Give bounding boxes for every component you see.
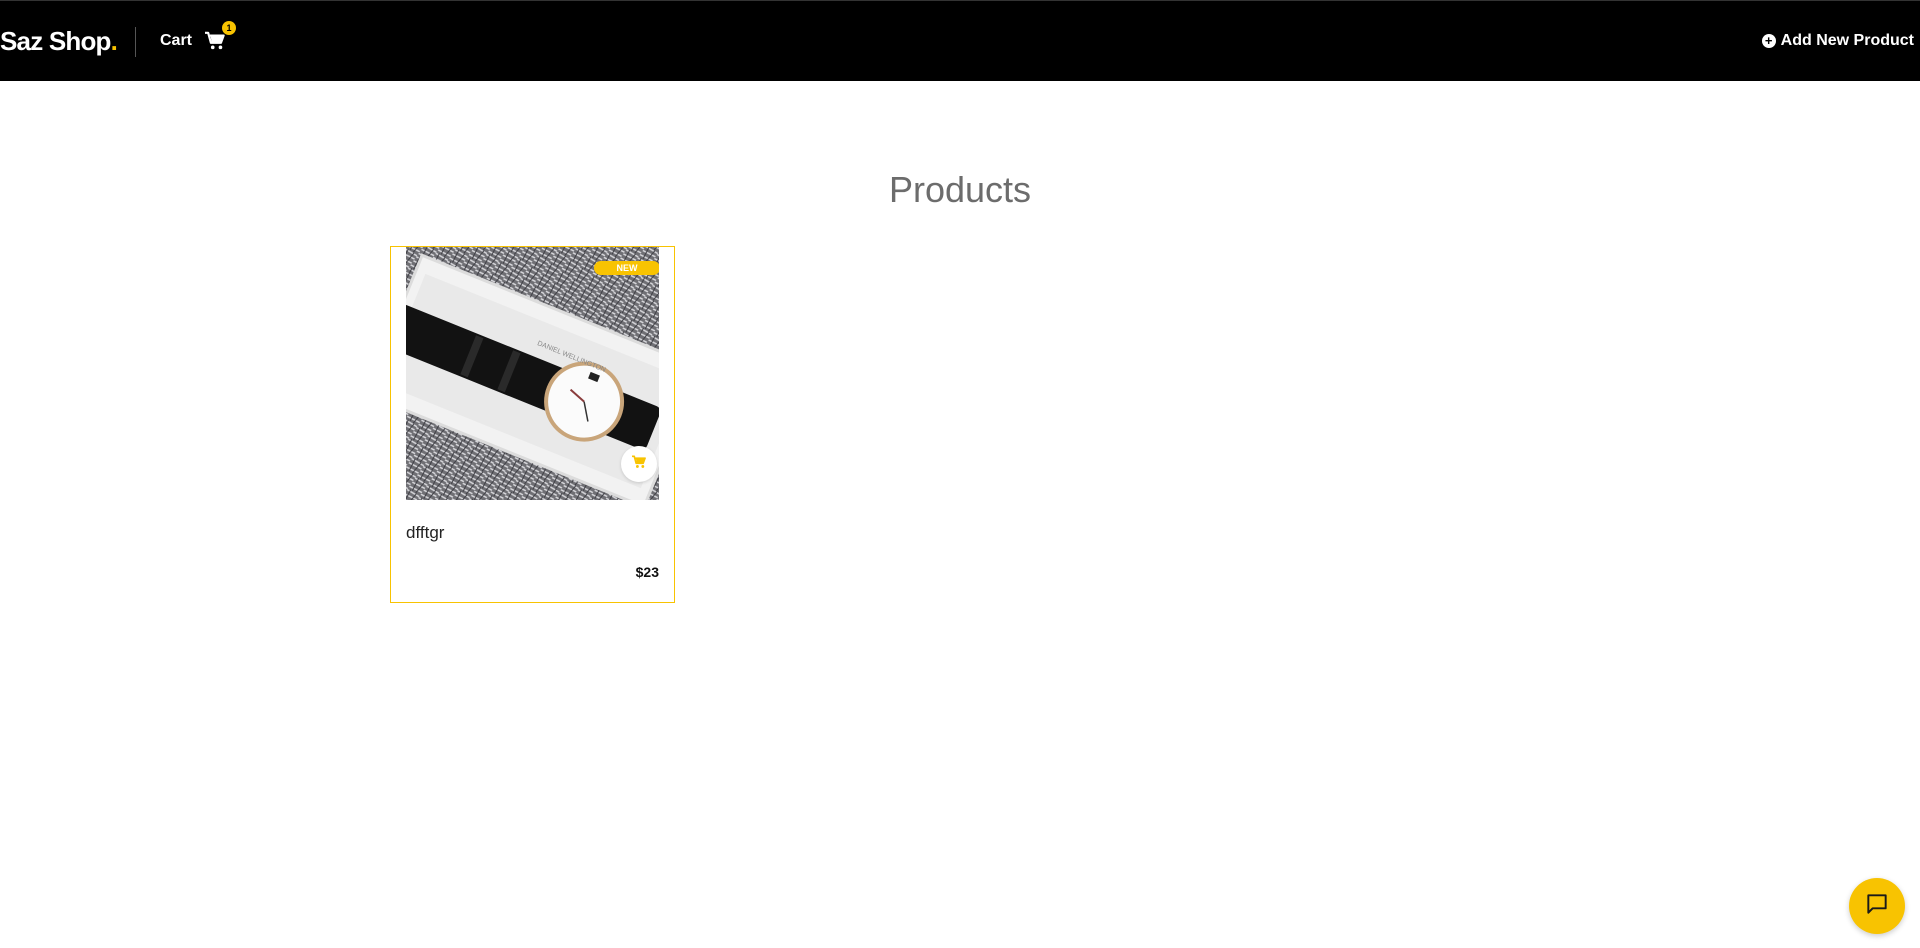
chat-icon [1864,891,1890,922]
add-to-cart-button[interactable] [621,446,657,482]
new-badge: NEW [594,261,659,275]
top-navbar: Saz Shop. Cart 1 + Add New Product [0,0,1920,81]
cart-icon [631,454,647,474]
product-name[interactable]: dfftgr [406,522,444,544]
cart-count-badge: 1 [222,21,237,35]
product-price: $23 [635,564,659,580]
brand-logo[interactable]: Saz Shop. [0,25,118,57]
cart-icon: 1 [204,21,237,51]
add-new-product-button[interactable]: + Add New Product [1761,31,1914,51]
cart-label: Cart [160,32,193,49]
brand-dot: . [110,26,118,56]
chat-widget-button[interactable] [1849,878,1905,934]
navbar-divider [135,27,136,57]
product-image[interactable]: DANIEL WELLINGTON NEW [406,247,659,500]
page-title: Products [888,169,1032,210]
cart-link[interactable]: Cart 1 [160,21,237,51]
plus-circle-icon: + [1761,34,1776,48]
brand-name: Saz Shop [0,26,111,56]
product-card[interactable]: DANIEL WELLINGTON NEW dfftgr $23 [390,246,675,603]
add-new-product-label: Add New Product [1780,32,1914,49]
